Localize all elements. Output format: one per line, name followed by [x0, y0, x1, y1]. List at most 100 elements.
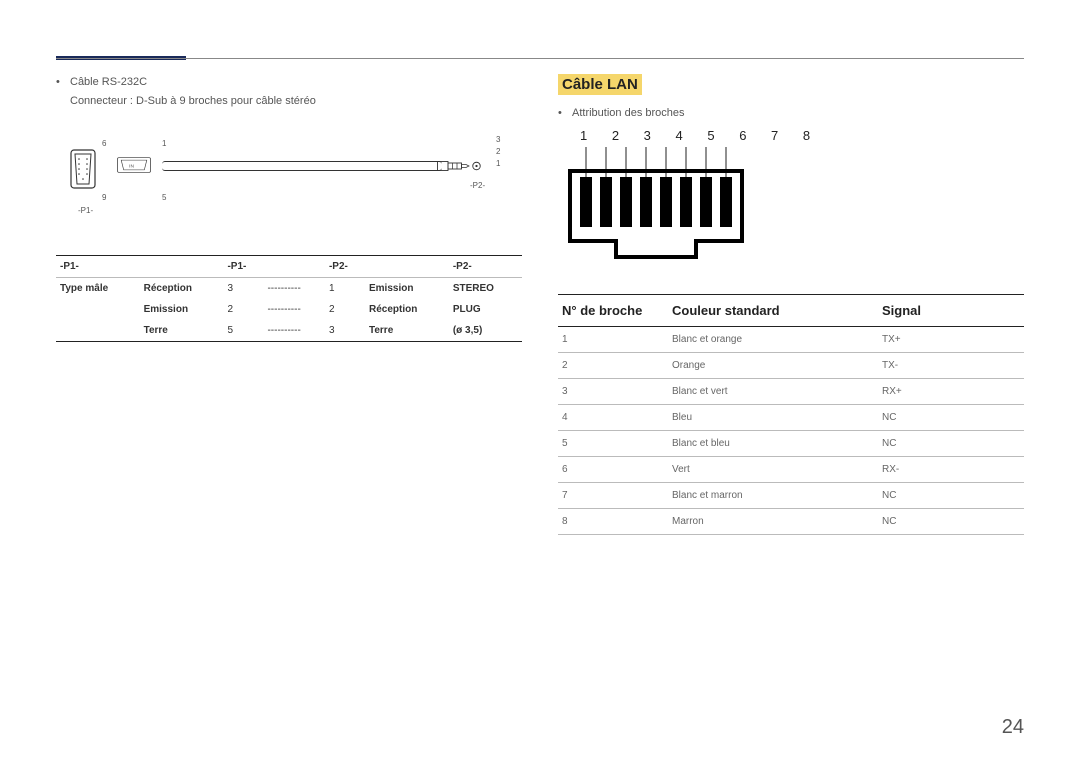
- cable-line-icon: [162, 161, 442, 171]
- right-column: Câble LAN • Attribution des broches 1 2 …: [558, 74, 1024, 535]
- rs232-bullet: • Câble RS-232C: [56, 74, 522, 91]
- table-cell: Terre: [140, 320, 224, 342]
- dsub-num-bl: 9: [102, 193, 106, 202]
- rs232-cable-diagram: IN 6 1 9 5 3 2 1 -P1- -P2-: [62, 121, 522, 241]
- lan-cell-color: Vert: [668, 457, 878, 482]
- lan-cell-signal: RX-: [878, 457, 1024, 482]
- table-cell: Emission: [140, 299, 224, 320]
- th-p2b: -P2-: [449, 256, 522, 278]
- table-row: Type mâleRéception3----------1EmissionST…: [56, 278, 522, 300]
- table-cell: 3: [223, 278, 263, 300]
- lan-cell-color: Marron: [668, 509, 878, 534]
- lan-table-row: 1Blanc et orangeTX+: [558, 327, 1024, 353]
- lan-cell-pin: 7: [558, 483, 668, 508]
- lan-table-row: 3Blanc et vertRX+: [558, 379, 1024, 405]
- table-cell: Type mâle: [56, 278, 140, 300]
- lan-th-pin: N° de broche: [558, 295, 668, 326]
- lan-cell-pin: 8: [558, 509, 668, 534]
- table-cell: ----------: [263, 320, 324, 342]
- stereo-plug-icon: [436, 157, 484, 175]
- rs232-pin-table: -P1- -P1- -P2- -P2- Type mâleRéception3-…: [56, 255, 522, 342]
- table-cell: 2: [223, 299, 263, 320]
- lan-cell-signal: RX+: [878, 379, 1024, 404]
- table-cell: Emission: [365, 278, 449, 300]
- th-empty1: [140, 256, 224, 278]
- lan-cell-signal: NC: [878, 431, 1024, 456]
- lan-cell-signal: NC: [878, 483, 1024, 508]
- table-cell: (ø 3,5): [449, 320, 522, 342]
- lan-table-header: N° de broche Couleur standard Signal: [558, 294, 1024, 327]
- table-cell: ----------: [263, 278, 324, 300]
- lan-cell-color: Blanc et marron: [668, 483, 878, 508]
- content-columns: • Câble RS-232C Connecteur : D-Sub à 9 b…: [56, 74, 1024, 535]
- lan-cell-pin: 3: [558, 379, 668, 404]
- table-cell: [56, 299, 140, 320]
- rj45-diagram: 1 2 3 4 5 6 7 8: [564, 128, 1024, 272]
- lan-cell-color: Blanc et orange: [668, 327, 878, 352]
- dsub-num-tr: 1: [162, 139, 166, 148]
- p2-diagram-label: -P2-: [470, 181, 485, 190]
- th-p2a: -P2-: [325, 256, 365, 278]
- table-row: Emission2----------2RéceptionPLUG: [56, 299, 522, 320]
- lan-cell-pin: 4: [558, 405, 668, 430]
- rs232-bullet-text: Câble RS-232C: [70, 74, 147, 91]
- rs232-sub-text: Connecteur : D-Sub à 9 broches pour câbl…: [70, 93, 522, 110]
- svg-text:IN: IN: [129, 163, 134, 169]
- lan-cell-color: Bleu: [668, 405, 878, 430]
- th-empty3: [365, 256, 449, 278]
- bullet-dot-icon: •: [56, 74, 70, 91]
- th-empty2: [263, 256, 324, 278]
- plug-num-3: 3: [496, 135, 500, 144]
- table-row: Terre5----------3Terre(ø 3,5): [56, 320, 522, 342]
- lan-table-body: 1Blanc et orangeTX+2OrangeTX-3Blanc et v…: [558, 327, 1024, 535]
- bullet-dot-icon: •: [558, 105, 572, 122]
- lan-table-row: 7Blanc et marronNC: [558, 483, 1024, 509]
- table-cell: 5: [223, 320, 263, 342]
- lan-cell-color: Blanc et vert: [668, 379, 878, 404]
- dsub-num-tl: 6: [102, 139, 106, 148]
- table-cell: Terre: [365, 320, 449, 342]
- table-cell: PLUG: [449, 299, 522, 320]
- lan-cell-pin: 6: [558, 457, 668, 482]
- lan-cell-pin: 1: [558, 327, 668, 352]
- plug-num-2: 2: [496, 147, 500, 156]
- lan-cell-signal: TX+: [878, 327, 1024, 352]
- lan-bullet: • Attribution des broches: [558, 105, 1024, 122]
- table-cell: Réception: [140, 278, 224, 300]
- lan-th-signal: Signal: [878, 295, 1024, 326]
- left-column: • Câble RS-232C Connecteur : D-Sub à 9 b…: [56, 74, 522, 535]
- lan-heading: Câble LAN: [558, 74, 642, 95]
- table-cell: 2: [325, 299, 365, 320]
- table-cell: STEREO: [449, 278, 522, 300]
- plug-num-1: 1: [496, 159, 500, 168]
- th-p1b: -P1-: [223, 256, 263, 278]
- lan-cell-pin: 5: [558, 431, 668, 456]
- lan-th-color: Couleur standard: [668, 295, 878, 326]
- rj45-connector-icon: [564, 147, 764, 267]
- lan-table-row: 2OrangeTX-: [558, 353, 1024, 379]
- table-cell: [56, 320, 140, 342]
- th-p1a: -P1-: [56, 256, 140, 278]
- header-rule: [56, 58, 1024, 59]
- lan-cell-signal: TX-: [878, 353, 1024, 378]
- table-header-row: -P1- -P1- -P2- -P2-: [56, 256, 522, 278]
- p1-diagram-label: -P1-: [78, 206, 93, 215]
- dsub-connector-icon: IN: [106, 151, 162, 179]
- lan-cell-color: Blanc et bleu: [668, 431, 878, 456]
- page-number: 24: [1002, 716, 1024, 739]
- lan-cell-color: Orange: [668, 353, 878, 378]
- lan-table-row: 4BleuNC: [558, 405, 1024, 431]
- lan-cell-signal: NC: [878, 509, 1024, 534]
- lan-table-row: 6VertRX-: [558, 457, 1024, 483]
- dsub-front-icon: [68, 147, 98, 191]
- table-cell: ----------: [263, 299, 324, 320]
- dsub-num-br: 5: [162, 193, 166, 202]
- table-cell: 3: [325, 320, 365, 342]
- lan-table-row: 5Blanc et bleuNC: [558, 431, 1024, 457]
- lan-cell-pin: 2: [558, 353, 668, 378]
- lan-bullet-text: Attribution des broches: [572, 105, 685, 122]
- rj45-pin-numbers: 1 2 3 4 5 6 7 8: [580, 128, 1024, 147]
- lan-table-row: 8MarronNC: [558, 509, 1024, 535]
- lan-cell-signal: NC: [878, 405, 1024, 430]
- table-cell: Réception: [365, 299, 449, 320]
